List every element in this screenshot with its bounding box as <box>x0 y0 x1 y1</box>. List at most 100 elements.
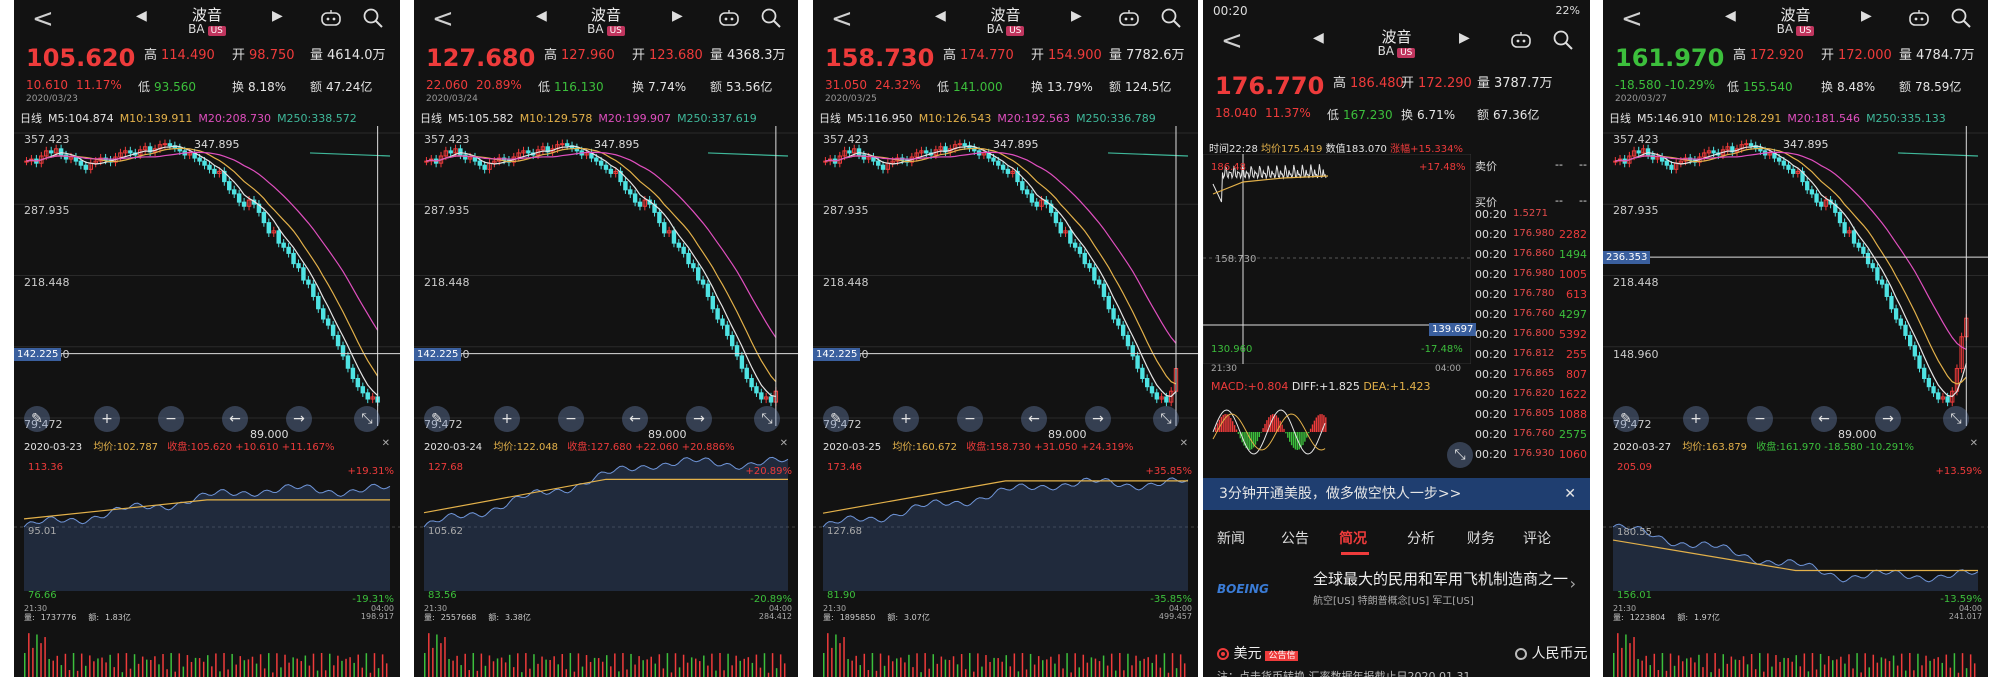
ma-legend: 日线 M5:105.582 M10:129.578 M20:199.907 M250:3… <box>420 110 798 126</box>
y-axis-label: 218.448 <box>424 276 470 289</box>
close-icon[interactable]: ✕ <box>1180 438 1188 449</box>
close-icon[interactable]: ✕ <box>1970 438 1978 449</box>
current-price: 161.970 <box>1615 44 1725 72</box>
prev-icon[interactable]: ← <box>622 406 648 432</box>
next-icon[interactable]: → <box>1875 406 1901 432</box>
volume-bar <box>1734 659 1737 677</box>
tab[interactable]: 评论 <box>1523 528 1551 548</box>
next-stock-icon[interactable]: ▶ <box>672 8 683 24</box>
zoom-in-icon[interactable]: + <box>1683 406 1709 432</box>
zoom-in-icon[interactable]: + <box>893 406 919 432</box>
candle <box>458 148 463 156</box>
candlestick-chart[interactable] <box>813 126 1198 426</box>
zoom-in-icon[interactable]: + <box>494 406 520 432</box>
robot-icon[interactable] <box>718 9 740 27</box>
search-icon[interactable] <box>1552 29 1574 51</box>
volume-bar <box>533 654 535 677</box>
tab[interactable]: 财务 <box>1467 528 1495 548</box>
close-icon[interactable]: ✕ <box>1564 478 1576 510</box>
search-icon[interactable] <box>1950 7 1972 29</box>
expand-icon[interactable]: ⤡ <box>354 406 380 432</box>
next-icon[interactable]: → <box>1085 406 1111 432</box>
search-icon[interactable] <box>362 7 384 29</box>
draw-icon[interactable]: ✎ <box>24 406 50 432</box>
candle <box>261 211 267 224</box>
zoom-in-icon[interactable]: + <box>94 406 120 432</box>
high-price: 高 186.480 <box>1333 76 1404 91</box>
candlestick-chart[interactable] <box>1603 126 1988 426</box>
promo-banner[interactable]: 3分钟开通美股，做多做空快人一步>> ✕ <box>1203 478 1590 510</box>
volume-bar <box>1872 654 1875 677</box>
expand-icon[interactable]: ⤡ <box>1943 406 1969 432</box>
company-profile[interactable]: BOEING 全球最大的民用和军用飞机制造商之一 航空[US] 特朗普概念[US… <box>1217 566 1590 616</box>
period-label[interactable]: 日线 <box>20 112 42 125</box>
chevron-right-icon[interactable]: › <box>1570 574 1576 593</box>
period-label[interactable]: 日线 <box>819 112 841 125</box>
trade-row: 00:20 176.820 1622 <box>1475 388 1587 401</box>
draw-icon[interactable]: ✎ <box>424 406 450 432</box>
expand-icon[interactable]: ⤡ <box>1447 442 1473 468</box>
search-icon[interactable] <box>760 7 782 29</box>
zoom-out-icon[interactable]: − <box>1747 406 1773 432</box>
currency-selector[interactable]: 美元 公告信 人民币元 <box>1217 643 1590 663</box>
volume-bar <box>755 654 758 677</box>
minute-high: 205.09 <box>1617 462 1652 473</box>
tab[interactable]: 分析 <box>1407 528 1435 548</box>
candlestick-chart[interactable] <box>14 126 400 426</box>
expand-icon[interactable]: ⤡ <box>754 406 780 432</box>
chart-controls: ✎ + − ← → ⤡ <box>24 406 400 434</box>
period-label[interactable]: 日线 <box>1609 112 1631 125</box>
candle <box>1116 318 1121 326</box>
radio-rmb[interactable] <box>1515 648 1527 660</box>
candlestick-chart[interactable] <box>414 126 798 426</box>
candle <box>330 324 336 336</box>
prev-icon[interactable]: ← <box>1811 406 1837 432</box>
candle <box>880 164 886 170</box>
candle <box>1922 367 1927 379</box>
zoom-out-icon[interactable]: − <box>558 406 584 432</box>
close-icon[interactable]: ✕ <box>780 438 788 449</box>
robot-icon[interactable] <box>1118 9 1140 27</box>
radio-usd[interactable] <box>1217 648 1229 660</box>
candle <box>1140 367 1145 379</box>
y-axis-label: 218.448 <box>24 276 70 289</box>
expand-icon[interactable]: ⤡ <box>1153 406 1179 432</box>
draw-icon[interactable]: ✎ <box>1613 406 1639 432</box>
volume-bar <box>553 656 555 677</box>
tab[interactable]: 公告 <box>1281 528 1309 548</box>
macd-bar <box>1302 432 1304 446</box>
volume-bar <box>44 637 46 677</box>
robot-icon[interactable] <box>1510 31 1532 49</box>
volume: 量 7782.6万 <box>1109 48 1185 63</box>
draw-icon[interactable]: ✎ <box>823 406 849 432</box>
volume-bar <box>381 654 384 677</box>
next-stock-icon[interactable]: ▶ <box>272 8 283 24</box>
close-icon[interactable]: ✕ <box>382 438 390 449</box>
next-icon[interactable]: → <box>686 406 712 432</box>
high-price: 高 114.490 <box>144 48 215 63</box>
cursor-price-tag: 142.225 <box>14 347 62 361</box>
tab[interactable]: 新闻 <box>1217 528 1245 548</box>
next-stock-icon[interactable]: ▶ <box>1071 8 1082 24</box>
zoom-out-icon[interactable]: − <box>957 406 983 432</box>
volume-bar <box>666 653 669 677</box>
candle <box>1020 181 1025 191</box>
price-change-pct: 20.89% <box>476 78 522 92</box>
volume-bar <box>1074 653 1076 677</box>
volume-bar <box>707 665 709 677</box>
prev-icon[interactable]: ← <box>222 406 248 432</box>
tab[interactable]: 简况 <box>1339 528 1367 548</box>
zoom-out-icon[interactable]: − <box>158 406 184 432</box>
robot-icon[interactable] <box>1908 9 1930 27</box>
next-icon[interactable]: → <box>286 406 312 432</box>
robot-icon[interactable] <box>320 9 342 27</box>
prev-icon[interactable]: ← <box>1021 406 1047 432</box>
minute-chart-header: 2020-03-24 均价:122.048 收盘:127.680 +22.060… <box>424 438 798 454</box>
volume-bar <box>1900 653 1903 677</box>
volume-bar <box>924 653 926 677</box>
search-icon[interactable] <box>1160 7 1182 29</box>
next-stock-icon[interactable]: ▶ <box>1459 30 1470 46</box>
period-label[interactable]: 日线 <box>420 112 442 125</box>
next-stock-icon[interactable]: ▶ <box>1861 8 1872 24</box>
volume-bar <box>456 655 458 677</box>
